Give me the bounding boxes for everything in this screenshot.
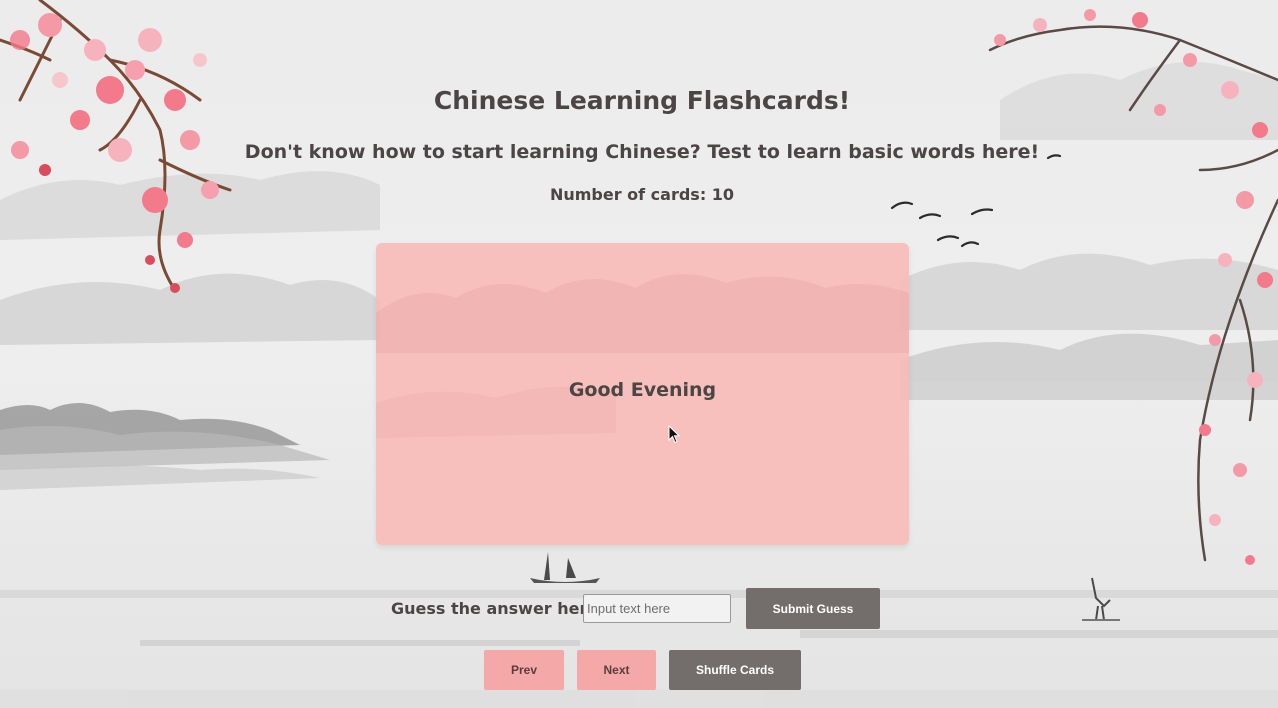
flashcard[interactable]: Good Evening <box>376 243 909 545</box>
card-navigation: Prev Next Shuffle Cards <box>0 650 1278 690</box>
page-subtitle: Don't know how to start learning Chinese… <box>244 141 1040 163</box>
page-title: Chinese Learning Flashcards! <box>433 86 851 115</box>
guess-label: Guess the answer here: <box>391 599 605 618</box>
prev-button[interactable]: Prev <box>484 650 564 690</box>
shuffle-cards-button[interactable]: Shuffle Cards <box>669 650 801 690</box>
card-count: Number of cards: 10 <box>549 185 735 204</box>
guess-row: Guess the answer here: Submit Guess <box>0 588 1278 629</box>
submit-guess-button[interactable]: Submit Guess <box>746 588 880 629</box>
next-button[interactable]: Next <box>577 650 656 690</box>
mouse-pointer-icon <box>668 425 681 444</box>
flashcards-page: Chinese Learning Flashcards! Don't know … <box>0 0 1278 708</box>
flashcard-text: Good Evening <box>568 379 717 401</box>
guess-input[interactable] <box>583 594 731 623</box>
